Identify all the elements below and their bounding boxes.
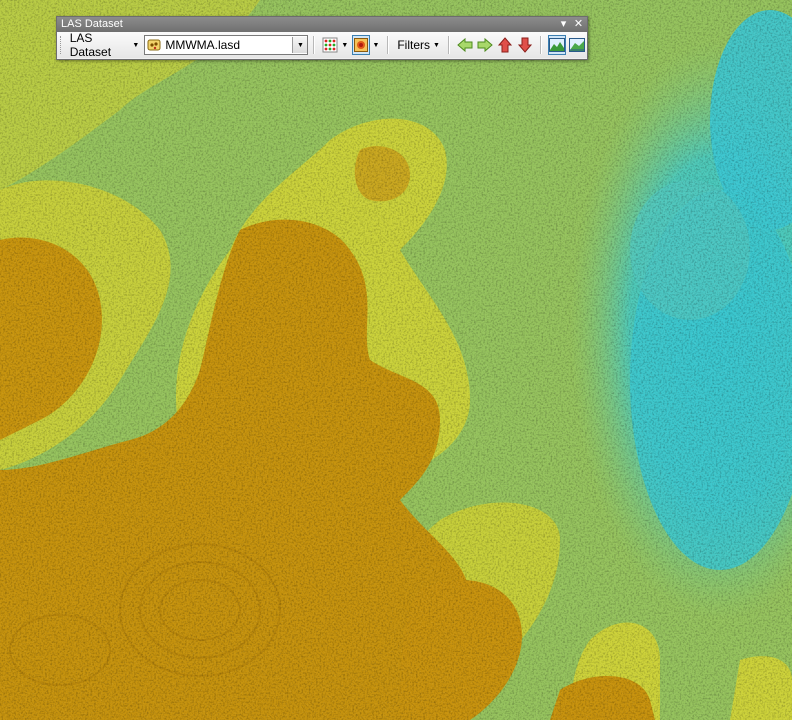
las-dataset-menu-label: LAS Dataset (69, 31, 112, 59)
chevron-down-icon[interactable]: ▼ (341, 42, 348, 49)
profile-view-button[interactable] (547, 35, 567, 55)
chevron-down-icon[interactable]: ▼ (372, 42, 379, 49)
toolbar-separator (539, 36, 542, 54)
chevron-down-icon: ▼ (433, 41, 440, 49)
surface-symbology-button[interactable] (352, 35, 371, 55)
arrow-right-button[interactable] (476, 35, 494, 55)
chevron-down-icon: ▼ (132, 41, 140, 49)
arrow-right-icon (477, 37, 493, 53)
arrow-down-button[interactable] (516, 35, 534, 55)
arrow-down-icon (517, 37, 532, 53)
3d-view-button[interactable] (568, 35, 586, 55)
filters-menu[interactable]: Filters ▼ (394, 35, 443, 55)
3d-view-icon (569, 38, 586, 52)
dataset-combo-value: MMWMA.lasd (165, 38, 240, 52)
toolbar-separator (447, 36, 450, 54)
toolbar-options-icon[interactable]: ▾ (558, 17, 569, 32)
surface-symbology-icon (354, 38, 369, 52)
toolbar-separator (313, 36, 316, 54)
toolbar-grip[interactable] (60, 36, 64, 54)
arrow-left-icon (457, 37, 473, 53)
toolbar-titlebar[interactable]: LAS Dataset ▾ ✕ (57, 17, 587, 32)
toolbar-title: LAS Dataset (61, 18, 123, 30)
point-symbology-button[interactable] (321, 35, 339, 55)
point-symbology-icon (322, 37, 338, 53)
arrow-left-button[interactable] (456, 35, 474, 55)
elevation-map[interactable] (0, 0, 792, 720)
arrow-up-icon (497, 37, 512, 53)
chevron-down-icon[interactable]: ▼ (292, 37, 308, 53)
toolbar-separator (387, 36, 390, 54)
dataset-combo[interactable]: MMWMA.lasd ▼ (144, 35, 309, 55)
close-icon[interactable]: ✕ (573, 17, 584, 32)
las-dataset-toolbar[interactable]: LAS Dataset ▾ ✕ LAS Dataset ▼ MMWMA.lasd… (56, 16, 588, 60)
toolbar-row: LAS Dataset ▼ MMWMA.lasd ▼ ▼ ▼ Filters ▼ (57, 31, 587, 59)
las-dataset-file-icon (145, 37, 163, 53)
arrow-up-button[interactable] (496, 35, 514, 55)
las-dataset-menu[interactable]: LAS Dataset ▼ (67, 31, 143, 59)
filters-menu-label: Filters (397, 38, 430, 52)
profile-view-icon (548, 38, 565, 52)
